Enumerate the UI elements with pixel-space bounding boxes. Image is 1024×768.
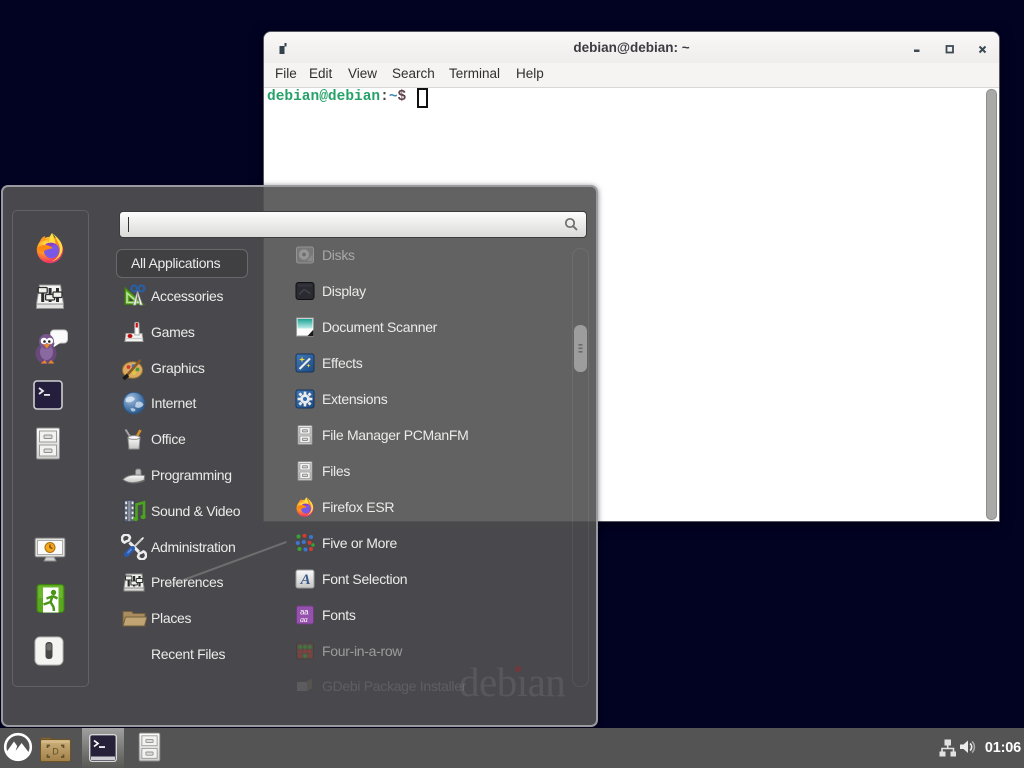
svg-text:D: D: [52, 747, 59, 757]
svg-text:aa: aa: [300, 615, 308, 624]
svg-text:A: A: [300, 572, 311, 588]
